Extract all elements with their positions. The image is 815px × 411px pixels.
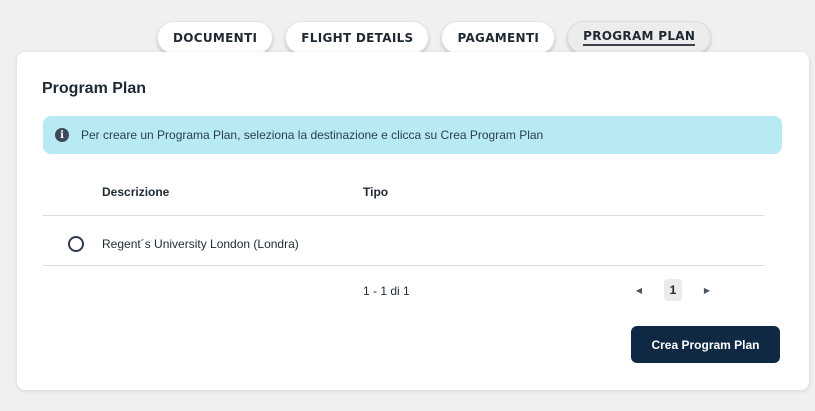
caret-left-icon[interactable]: ◀ <box>634 286 644 295</box>
info-banner: i Per creare un Programa Plan, seleziona… <box>43 116 782 154</box>
tab-flight-details[interactable]: FLIGHT DETAILS <box>285 21 430 54</box>
tab-label: PAGAMENTI <box>457 30 540 45</box>
page: DOCUMENTI FLIGHT DETAILS PAGAMENTI PROGR… <box>0 0 815 411</box>
pagination-range: 1 - 1 di 1 <box>363 284 410 298</box>
info-icon: i <box>55 128 69 142</box>
tab-label: FLIGHT DETAILS <box>301 30 414 45</box>
tab-label: DOCUMENTI <box>173 30 258 45</box>
tab-documenti[interactable]: DOCUMENTI <box>157 21 274 54</box>
table-divider <box>43 265 764 266</box>
row-radio-button[interactable] <box>68 236 84 252</box>
column-header-tipo: Tipo <box>363 185 389 199</box>
row-descrizione: Regent´s University London (Londra) <box>102 237 299 251</box>
section-title: Program Plan <box>42 80 147 97</box>
column-header-descrizione: Descrizione <box>102 185 170 199</box>
page-number[interactable]: 1 <box>664 279 682 301</box>
caret-right-icon[interactable]: ▶ <box>702 286 712 295</box>
table-row[interactable]: Regent´s University London (Londra) <box>43 224 764 264</box>
tab-pagamenti[interactable]: PAGAMENTI <box>441 21 556 54</box>
tab-program-plan[interactable]: PROGRAM PLAN <box>567 21 712 54</box>
tab-bar: DOCUMENTI FLIGHT DETAILS PAGAMENTI PROGR… <box>157 21 712 54</box>
table-divider <box>43 215 764 216</box>
info-text: Per creare un Programa Plan, seleziona l… <box>81 128 544 142</box>
program-plan-card: Program Plan i Per creare un Programa Pl… <box>17 52 809 390</box>
pagination: ◀ 1 ▶ <box>634 279 712 301</box>
tab-label: PROGRAM PLAN <box>583 29 696 46</box>
create-program-plan-button[interactable]: Crea Program Plan <box>631 326 780 363</box>
